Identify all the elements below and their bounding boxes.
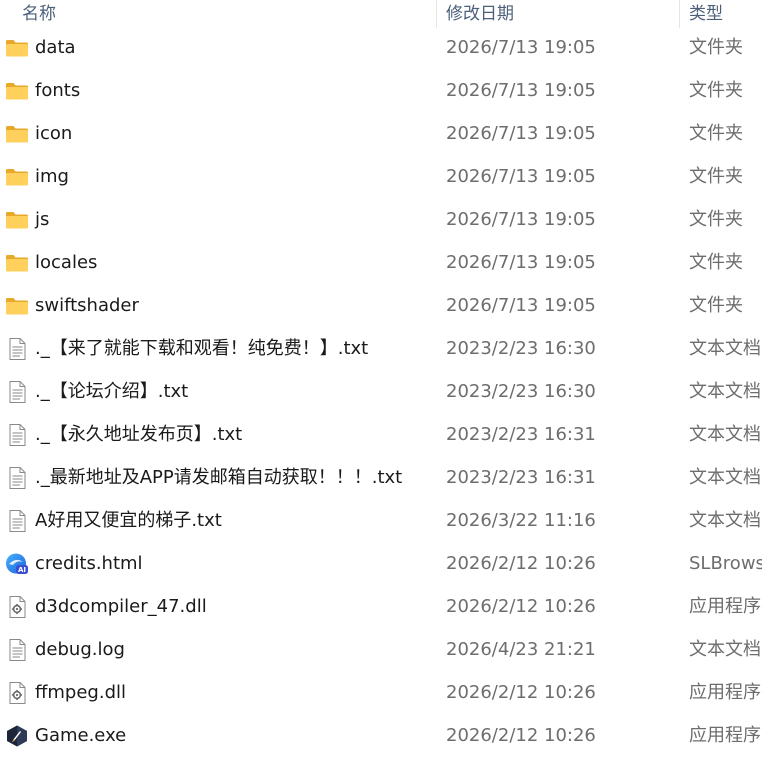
file-row[interactable]: ._【论坛介绍】.txt 2023/2/23 16:30 文本文档 [0,370,762,413]
file-name: credits.html [35,553,143,574]
file-date-modified: 2026/7/13 19:05 [446,37,596,58]
folder-icon [5,209,29,231]
column-header-type[interactable]: 类型 [681,0,762,28]
file-row[interactable]: Game.exe 2026/2/12 10:26 应用程序 [0,714,762,757]
file-type: 文件夹 [689,80,743,101]
svg-text:AI: AI [18,566,26,574]
file-type: 文件夹 [689,252,743,273]
file-row[interactable]: icon 2026/7/13 19:05 文件夹 [0,112,762,155]
file-type: 文件夹 [689,295,743,316]
file-type: 应用程序扩展 [689,596,762,617]
file-type: 文件夹 [689,37,743,58]
file-row[interactable]: debug.log 2026/4/23 21:21 文本文档 [0,628,762,671]
file-date-modified: 2023/2/23 16:31 [446,424,596,445]
file-date-modified: 2026/2/12 10:26 [446,596,596,617]
file-name: locales [35,252,98,273]
file-type: 文件夹 [689,209,743,230]
file-name: Game.exe [35,725,127,746]
file-date-modified: 2023/2/23 16:31 [446,467,596,488]
dll-file-icon [5,596,29,618]
text-file-icon [5,381,29,403]
file-row[interactable]: data 2026/7/13 19:05 文件夹 [0,26,762,69]
file-name: ffmpeg.dll [35,682,127,703]
column-header-name[interactable]: 名称 [14,0,436,28]
text-file-icon [5,424,29,446]
file-name: A好用又便宜的梯子.txt [35,510,222,531]
file-name: ._【论坛介绍】.txt [35,381,189,402]
file-date-modified: 2026/7/13 19:05 [446,123,596,144]
file-type: 文本文档 [689,467,761,488]
file-list: data 2026/7/13 19:05 文件夹 fonts 2026/7/13 19:… [0,26,762,757]
dll-file-icon [5,682,29,704]
file-row[interactable]: d3dcompiler_47.dll 2026/2/12 10:26 应用程序扩展 [0,585,762,628]
file-type: 文本文档 [689,639,761,660]
file-row[interactable]: ffmpeg.dll 2026/2/12 10:26 应用程序扩展 [0,671,762,714]
file-type: SLBrowser [689,553,762,574]
file-type: 文件夹 [689,166,743,187]
text-file-icon [5,639,29,661]
file-date-modified: 2026/7/13 19:05 [446,166,596,187]
file-date-modified: 2026/7/13 19:05 [446,80,596,101]
file-name: fonts [35,80,81,101]
file-row[interactable]: img 2026/7/13 19:05 文件夹 [0,155,762,198]
file-type: 文本文档 [689,338,761,359]
file-explorer-list: 名称 修改日期 类型 data 2026/7/13 19:05 文件夹 fonts 20… [0,0,762,759]
file-type: 文本文档 [689,424,761,445]
file-name: img [35,166,69,187]
file-type: 文本文档 [689,381,761,402]
file-row[interactable]: js 2026/7/13 19:05 文件夹 [0,198,762,241]
file-name: ._最新地址及APP请发邮箱自动获取！！！.txt [35,467,403,488]
file-name: icon [35,123,73,144]
file-date-modified: 2026/2/12 10:26 [446,725,596,746]
file-date-modified: 2026/3/22 11:16 [446,510,596,531]
file-date-modified: 2023/2/23 16:30 [446,338,596,359]
file-date-modified: 2026/7/13 19:05 [446,252,596,273]
folder-icon [5,123,29,145]
file-name: data [35,37,76,58]
file-date-modified: 2026/7/13 19:05 [446,209,596,230]
browser-html-icon: AI [5,553,29,575]
folder-icon [5,80,29,102]
file-row[interactable]: ._【来了就能下载和观看！纯免费！】.txt 2023/2/23 16:30 文本文… [0,327,762,370]
file-name: ._【永久地址发布页】.txt [35,424,243,445]
file-row[interactable]: AI credits.html 2026/2/12 10:26 SLBrowser [0,542,762,585]
column-header-date-modified[interactable]: 修改日期 [438,0,678,28]
file-name: swiftshader [35,295,139,316]
file-name: ._【来了就能下载和观看！纯免费！】.txt [35,338,369,359]
column-separator[interactable] [436,0,437,28]
file-date-modified: 2026/7/13 19:05 [446,295,596,316]
text-file-icon [5,338,29,360]
file-name: d3dcompiler_47.dll [35,596,207,617]
game-exe-icon [5,725,29,747]
file-row[interactable]: A好用又便宜的梯子.txt 2026/3/22 11:16 文本文档 [0,499,762,542]
folder-icon [5,37,29,59]
file-row[interactable]: swiftshader 2026/7/13 19:05 文件夹 [0,284,762,327]
folder-icon [5,295,29,317]
file-date-modified: 2023/2/23 16:30 [446,381,596,402]
text-file-icon [5,467,29,489]
file-date-modified: 2026/4/23 21:21 [446,639,596,660]
file-type: 应用程序 [689,725,761,746]
file-row[interactable]: fonts 2026/7/13 19:05 文件夹 [0,69,762,112]
file-date-modified: 2026/2/12 10:26 [446,682,596,703]
text-file-icon [5,510,29,532]
folder-icon [5,166,29,188]
file-type: 文件夹 [689,123,743,144]
file-row[interactable]: ._【永久地址发布页】.txt 2023/2/23 16:31 文本文档 [0,413,762,456]
file-row[interactable]: ._最新地址及APP请发邮箱自动获取！！！.txt 2023/2/23 16:31… [0,456,762,499]
file-row[interactable]: locales 2026/7/13 19:05 文件夹 [0,241,762,284]
file-name: debug.log [35,639,125,660]
column-separator[interactable] [679,0,680,28]
folder-icon [5,252,29,274]
file-type: 应用程序扩展 [689,682,762,703]
file-type: 文本文档 [689,510,761,531]
file-date-modified: 2026/2/12 10:26 [446,553,596,574]
file-name: js [35,209,50,230]
column-header-bar: 名称 修改日期 类型 [0,0,762,28]
